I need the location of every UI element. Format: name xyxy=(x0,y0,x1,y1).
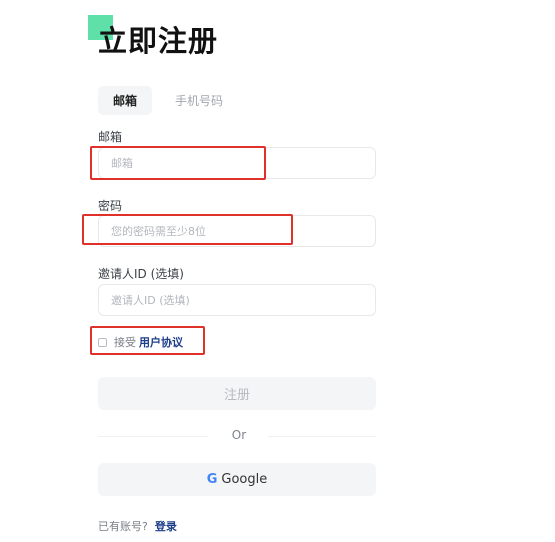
divider-line-left xyxy=(98,436,208,437)
email-field xyxy=(98,147,376,179)
agreement-row: 接受 用户协议 xyxy=(98,334,183,350)
login-link[interactable]: 登录 xyxy=(155,518,177,534)
password-input[interactable] xyxy=(109,223,365,239)
email-input[interactable] xyxy=(109,155,365,171)
inviter-input[interactable] xyxy=(109,292,365,308)
password-field xyxy=(98,215,376,247)
google-button-label: Google xyxy=(221,472,268,487)
agreement-prefix: 接受 xyxy=(114,336,136,349)
page-title: 立即注册 xyxy=(98,24,219,58)
divider-line-right xyxy=(268,436,376,437)
user-agreement-link[interactable]: 用户协议 xyxy=(139,334,183,350)
tab-phone[interactable]: 手机号码 xyxy=(160,86,238,115)
inviter-label: 邀请人ID (选填) xyxy=(98,267,184,281)
email-label: 邮箱 xyxy=(98,130,123,144)
login-row: 已有账号? 登录 xyxy=(98,518,177,534)
inviter-field xyxy=(98,284,376,316)
divider-or: Or xyxy=(231,428,247,442)
tab-email[interactable]: 邮箱 xyxy=(98,86,153,115)
register-button[interactable]: 注册 xyxy=(98,377,376,410)
google-icon: G xyxy=(206,472,218,487)
password-label: 密码 xyxy=(98,199,123,213)
signup-method-tabs: 邮箱 手机号码 xyxy=(98,86,238,115)
google-signin-button[interactable]: G Google xyxy=(98,463,376,496)
agreement-checkbox[interactable] xyxy=(98,337,107,347)
have-account-text: 已有账号? xyxy=(98,520,148,533)
